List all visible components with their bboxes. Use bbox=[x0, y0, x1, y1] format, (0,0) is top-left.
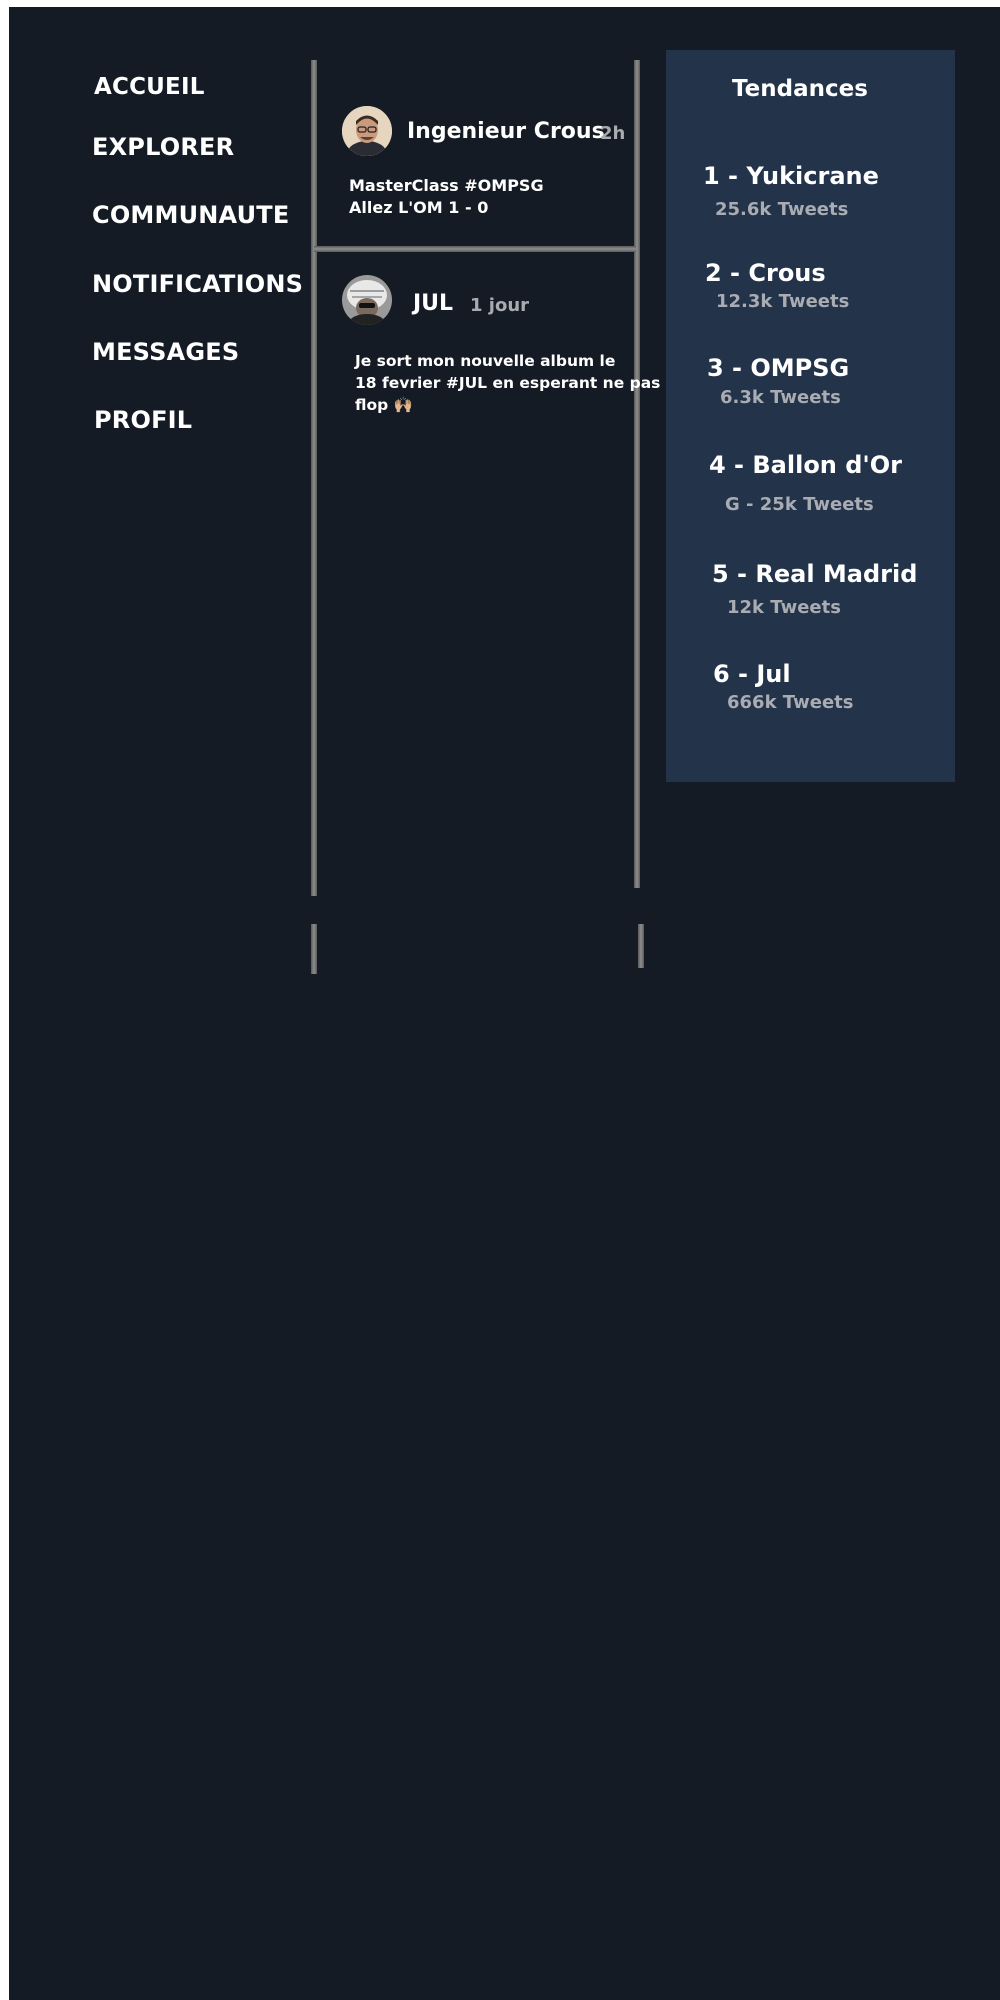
tweet-line: 18 fevrier #JUL en esperant ne pas bbox=[355, 374, 661, 392]
tweet-text: Je sort mon nouvelle album le 18 fevrier… bbox=[355, 350, 660, 416]
trend-count: 25.6k Tweets bbox=[715, 199, 849, 220]
tweet-divider bbox=[314, 246, 636, 252]
trend-count: 666k Tweets bbox=[727, 692, 854, 713]
nav-accueil[interactable]: ACCUEIL bbox=[94, 74, 205, 100]
tweet-time: 2h bbox=[600, 123, 626, 144]
trend-item[interactable]: 4 - Ballon d'Or bbox=[709, 451, 902, 479]
tweet-text: MasterClass #OMPSG Allez L'OM 1 - 0 bbox=[349, 175, 544, 219]
trend-item[interactable]: 6 - Jul bbox=[713, 660, 791, 688]
nav-messages[interactable]: MESSAGES bbox=[92, 338, 239, 366]
avatar[interactable] bbox=[342, 275, 392, 325]
tweet-line: MasterClass #OMPSG bbox=[349, 176, 544, 195]
trend-count: G - 25k Tweets bbox=[725, 494, 874, 515]
praying-hands-emoji: 🙌🏼 bbox=[393, 396, 413, 414]
feed-right-border bbox=[634, 60, 640, 888]
nav-explorer[interactable]: EXPLORER bbox=[92, 133, 234, 161]
tweet-line: flop 🙌🏼 bbox=[355, 396, 413, 414]
tweet-time: 1 jour bbox=[470, 295, 530, 316]
avatar[interactable] bbox=[342, 106, 392, 156]
nav-communaute[interactable]: COMMUNAUTE bbox=[92, 201, 289, 229]
trends-title: Tendances bbox=[732, 76, 868, 102]
feed-left-border-stub bbox=[311, 924, 317, 974]
feed-right-border-stub bbox=[638, 924, 644, 968]
nav-notifications[interactable]: NOTIFICATIONS bbox=[92, 270, 303, 298]
trend-item[interactable]: 2 - Crous bbox=[705, 259, 826, 287]
tweet-line: Allez L'OM 1 - 0 bbox=[349, 198, 489, 217]
trend-item[interactable]: 3 - OMPSG bbox=[707, 354, 849, 382]
trend-item[interactable]: 1 - Yukicrane bbox=[703, 162, 879, 190]
feed-left-border bbox=[311, 60, 317, 896]
tweet-line: Je sort mon nouvelle album le bbox=[355, 352, 616, 370]
tweet-author[interactable]: Ingenieur Crous bbox=[407, 119, 605, 144]
trend-count: 12.3k Tweets bbox=[716, 291, 850, 312]
tweet-author[interactable]: JUL bbox=[413, 291, 453, 316]
trend-item[interactable]: 5 - Real Madrid bbox=[712, 560, 917, 588]
trends-panel bbox=[666, 50, 955, 782]
trend-count: 6.3k Tweets bbox=[720, 387, 841, 408]
nav-profil[interactable]: PROFIL bbox=[94, 406, 192, 434]
trend-count: 12k Tweets bbox=[727, 597, 841, 618]
